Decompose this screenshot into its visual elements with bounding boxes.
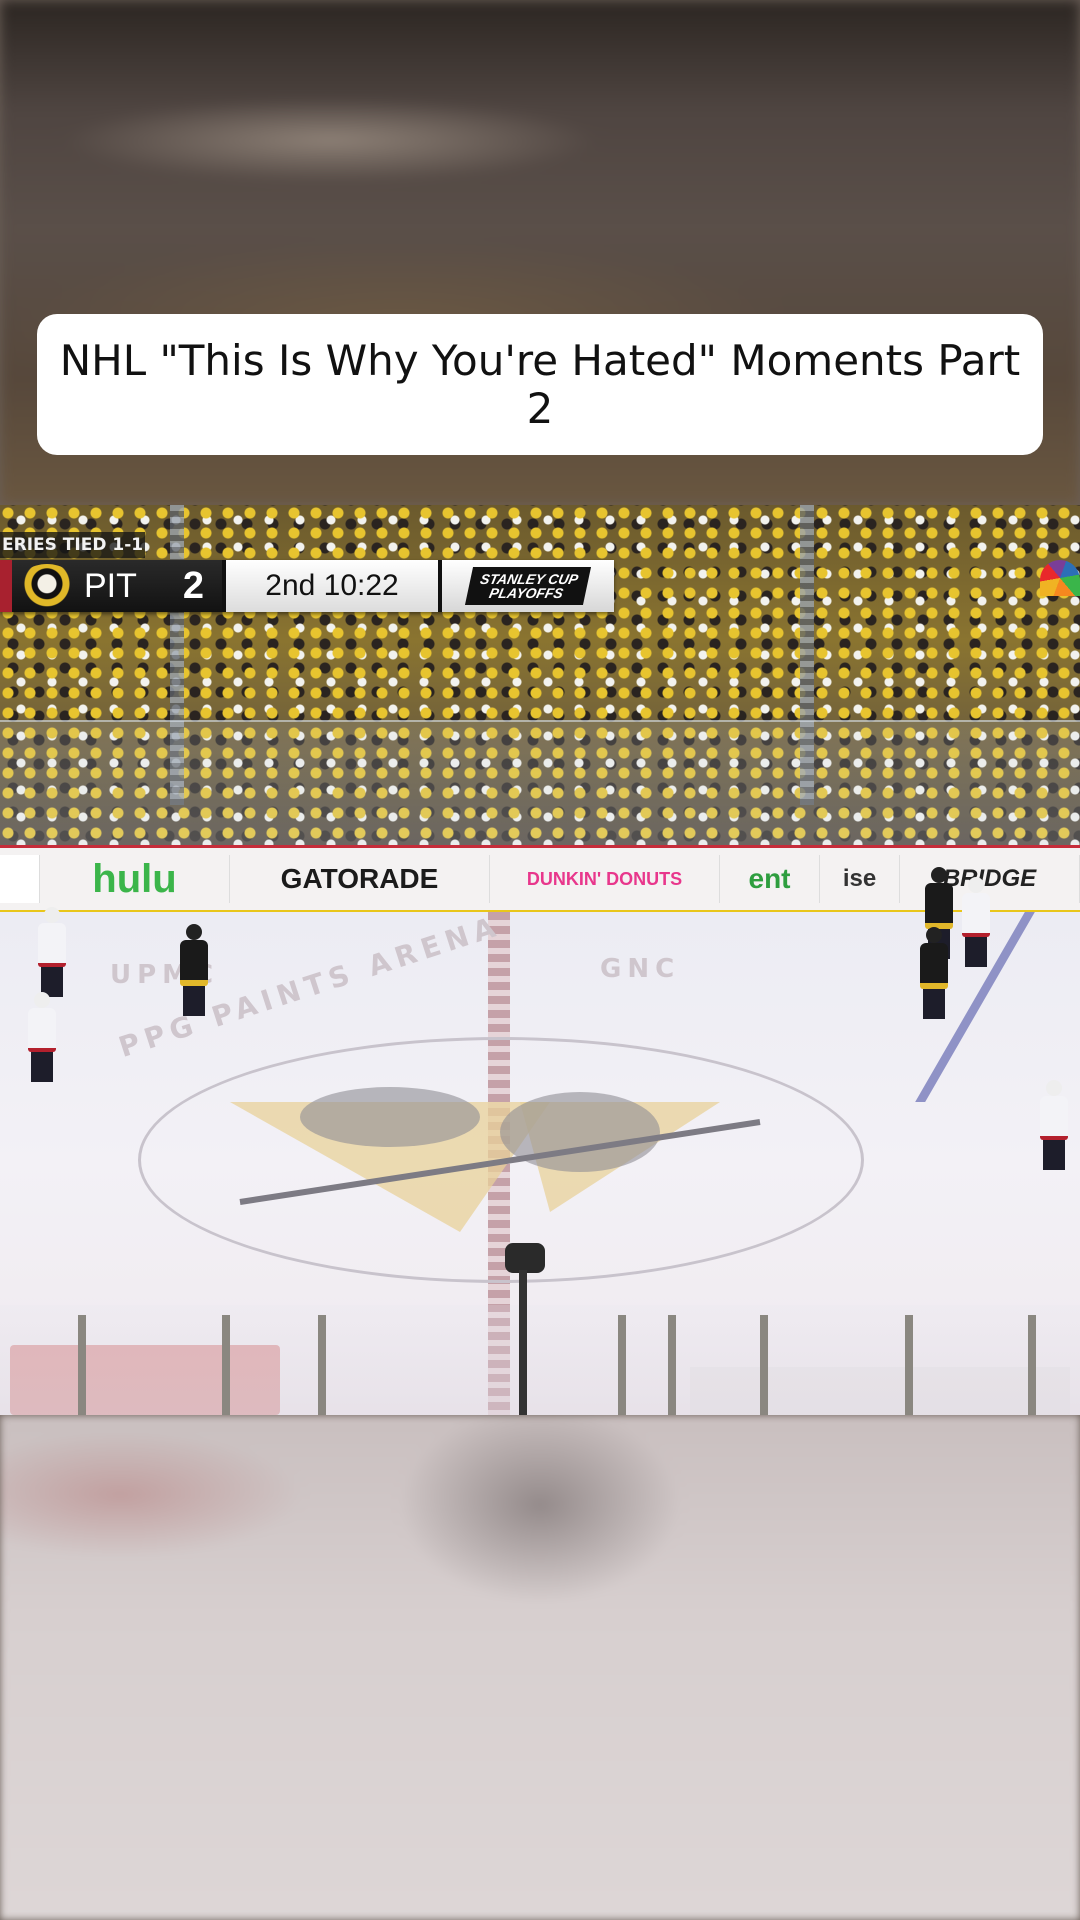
camera-icon — [505, 1243, 545, 1273]
penguins-ice-logo — [230, 1087, 761, 1232]
dasher-boards: hulu GATORADE DUNKIN' DONUTS ent ise BRI… — [0, 845, 1080, 915]
rink-glass — [0, 720, 1080, 852]
scoreboard: PIT 2 2nd 10:22 STANLEY CUP PLAYOFFS — [0, 560, 614, 612]
event-badge: STANLEY CUP PLAYOFFS — [442, 560, 614, 612]
series-status: ERIES TIED 1-1 — [0, 532, 145, 558]
camera-pole — [519, 1270, 527, 1415]
ad-gatorade: GATORADE — [230, 855, 490, 903]
glass-stanchion — [618, 1315, 626, 1415]
title-card: NHL "This Is Why You're Hated" Moments P… — [37, 314, 1043, 455]
ad-ent: ent — [720, 855, 820, 903]
stanley-cup-playoffs-logo: STANLEY CUP PLAYOFFS — [465, 567, 591, 605]
glass-stanchion — [668, 1315, 676, 1415]
ad-dunkin: DUNKIN' DONUTS — [490, 855, 720, 903]
period-clock: 2nd 10:22 — [222, 560, 442, 612]
video-frame[interactable]: hulu GATORADE DUNKIN' DONUTS ent ise BRI… — [0, 505, 1080, 1415]
team-segment: PIT 2 — [0, 560, 222, 612]
away-player — [962, 877, 990, 967]
glass-stanchion — [1028, 1315, 1036, 1415]
front-glass — [0, 1305, 1080, 1415]
away-player — [38, 907, 66, 997]
glass-stanchion — [318, 1315, 326, 1415]
event-badge-line1: STANLEY CUP — [479, 571, 580, 587]
away-player — [1040, 1080, 1068, 1170]
board-edge — [0, 855, 40, 903]
blurred-background-bottom — [0, 1415, 1080, 1920]
team-score: 2 — [182, 564, 204, 607]
ad-ise: ise — [820, 855, 900, 903]
glass-stanchion — [222, 1315, 230, 1415]
team-abbreviation: PIT — [84, 566, 137, 605]
ice-ad-right: GNC — [600, 954, 681, 984]
away-player — [28, 992, 56, 1082]
home-player — [920, 927, 948, 1019]
ad-hulu: hulu — [40, 855, 230, 903]
glass-stanchion — [905, 1315, 913, 1415]
peacock-icon — [1040, 560, 1080, 596]
video-title: NHL "This Is Why You're Hated" Moments P… — [59, 335, 1021, 433]
penguins-logo-icon — [18, 564, 76, 608]
event-badge-line2: PLAYOFFS — [487, 585, 566, 601]
home-player — [180, 924, 208, 1016]
glass-stanchion — [760, 1315, 768, 1415]
glass-stanchion — [78, 1315, 86, 1415]
